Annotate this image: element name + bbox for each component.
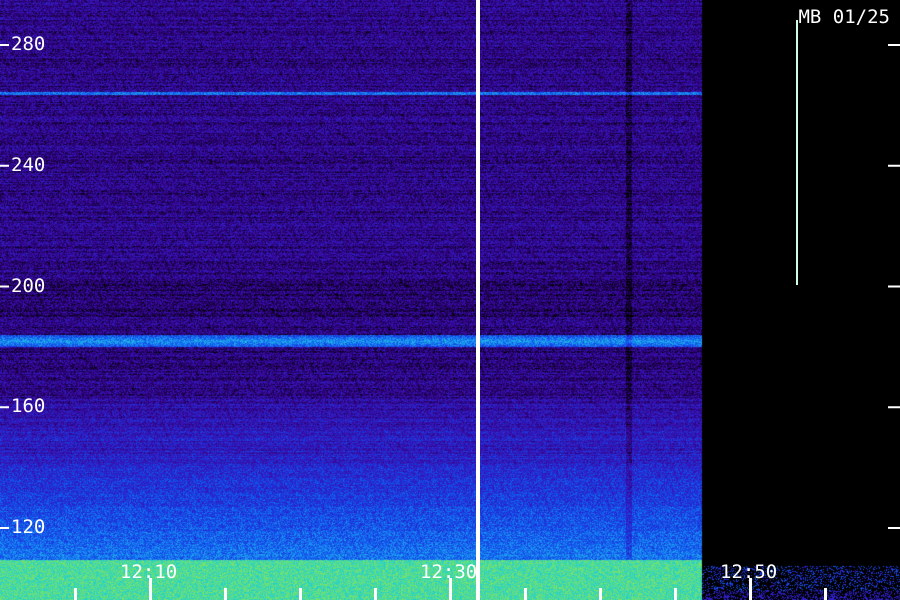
y-tick-left: [0, 44, 9, 46]
y-tick-label: 120: [11, 516, 46, 538]
y-tick-left: [0, 164, 9, 167]
chart-overlay: [0, 0, 900, 600]
x-tick: [74, 588, 77, 600]
spectrogram-chart: MB 01/25 120 160 200 240 280 12:10 12:30 12:50: [0, 0, 900, 600]
y-tick-right: [888, 44, 900, 46]
x-tick: [299, 588, 302, 600]
x-tick: [674, 588, 677, 600]
x-tick: [224, 588, 227, 600]
y-tick-label: 240: [11, 153, 46, 176]
x-tick: [824, 588, 827, 600]
x-tick-label: 12:10: [120, 561, 178, 583]
y-tick-label: 280: [11, 33, 46, 55]
x-tick-label: 12:50: [720, 561, 778, 583]
y-tick-right: [888, 285, 900, 288]
x-tick: [524, 588, 527, 600]
y-tick-right: [888, 406, 900, 409]
station-date-label: MB 01/25: [798, 6, 890, 28]
y-tick-right: [888, 164, 900, 167]
x-tick: [374, 588, 377, 600]
y-tick-label: 200: [11, 274, 46, 297]
y-tick-label: 160: [11, 395, 46, 418]
data-gap-line: [476, 0, 480, 600]
y-tick-left: [0, 285, 9, 288]
y-tick-left: [0, 406, 9, 409]
signal-spike: [796, 20, 798, 285]
y-tick-left: [0, 527, 9, 529]
x-tick-label: 12:30: [420, 561, 478, 583]
y-tick-right: [888, 527, 900, 529]
x-tick: [599, 588, 602, 600]
